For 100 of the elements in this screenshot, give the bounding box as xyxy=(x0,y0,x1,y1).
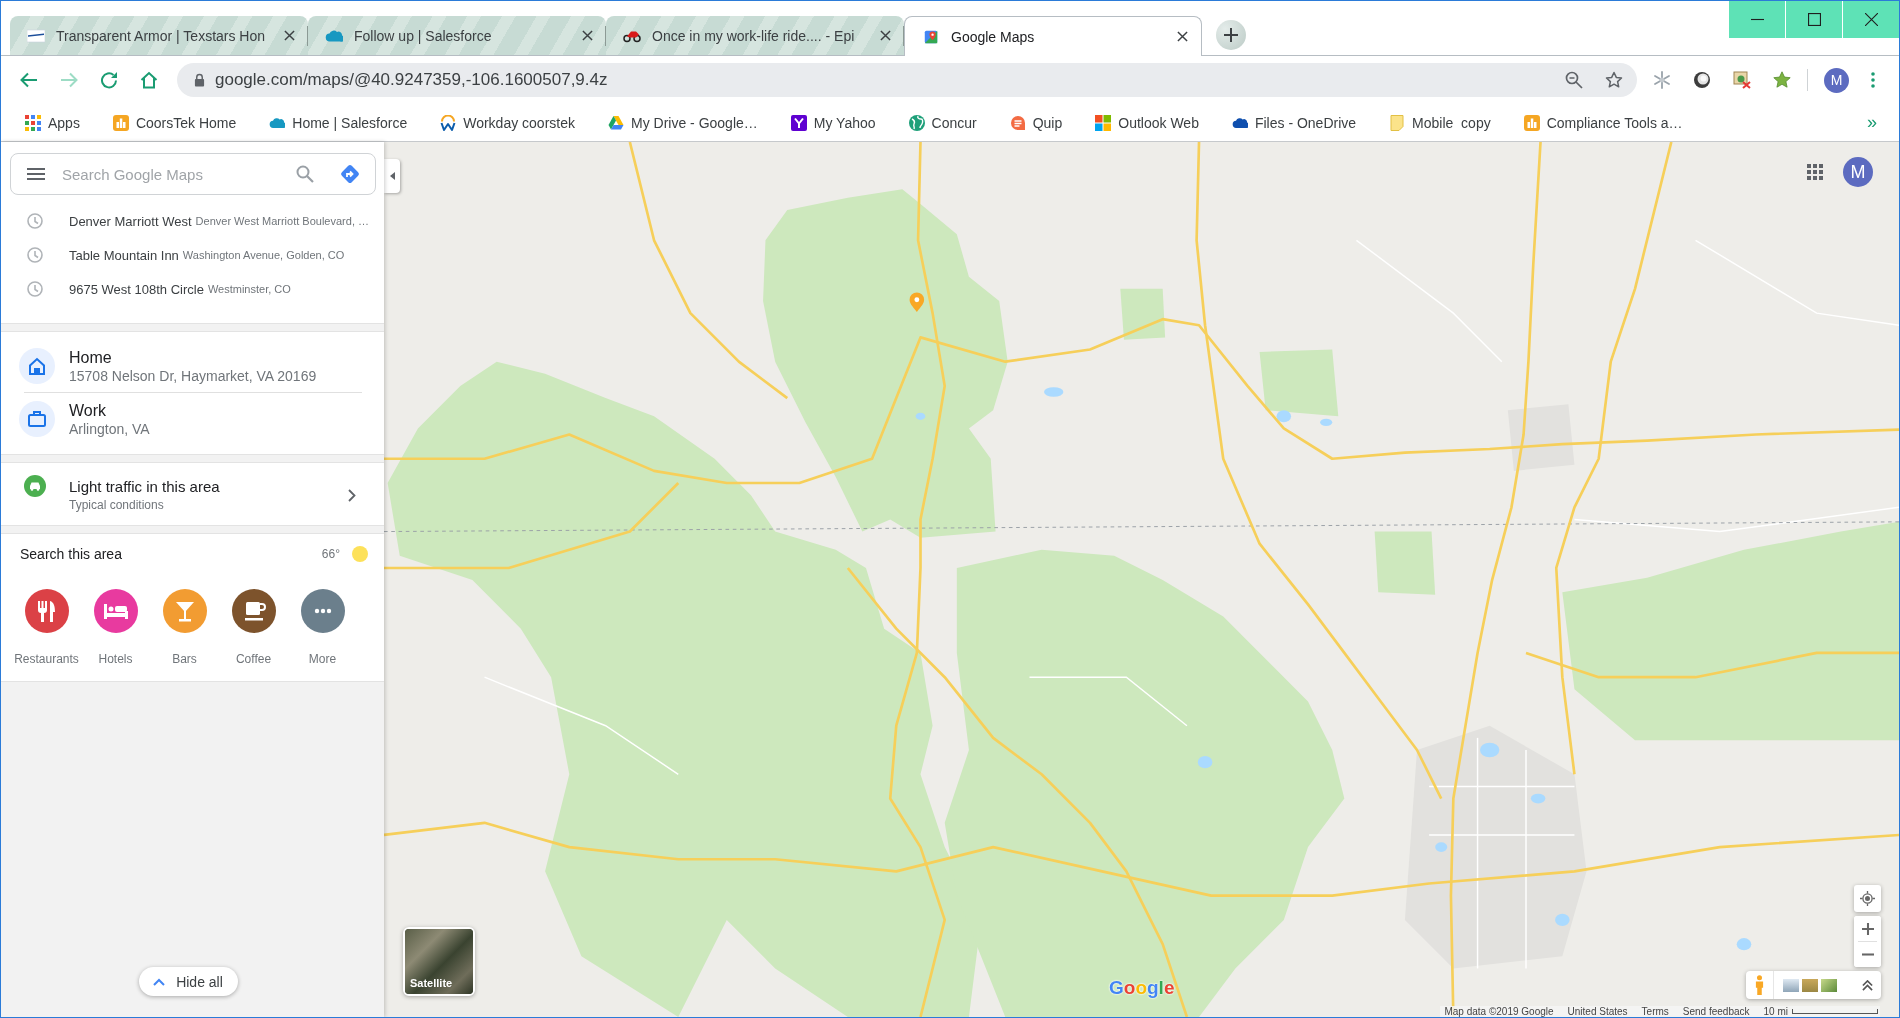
star-icon[interactable] xyxy=(1773,71,1791,89)
briefcase-icon xyxy=(19,401,55,437)
reload-icon[interactable] xyxy=(100,71,118,89)
search-bar[interactable]: Search Google Maps xyxy=(10,153,376,195)
new-tab-button[interactable] xyxy=(1216,20,1246,50)
layer-toggle-button[interactable]: Satellite xyxy=(403,927,475,996)
picture-icon[interactable] xyxy=(1733,71,1751,89)
category-button[interactable]: Coffee xyxy=(219,589,288,666)
triangle-logo-icon xyxy=(608,114,624,131)
recent-search-item[interactable]: Table Mountain Inn Washington Avenue, Golden, CO xyxy=(1,238,384,272)
traffic-item[interactable]: Light traffic in this area Typical conditions xyxy=(1,475,384,513)
address-bar[interactable]: google.com/maps/@40.9247359,-106.1600507,9.4z xyxy=(177,63,1637,97)
back-arrow-icon[interactable] xyxy=(20,71,38,89)
star-icon[interactable] xyxy=(1605,71,1623,89)
browser-tab[interactable]: Once in my work-life ride.... - Epi xyxy=(606,16,904,55)
maximize-icon xyxy=(1807,13,1821,26)
bookmark-link[interactable]: Home | Salesforce xyxy=(263,108,414,137)
browser-tab[interactable]: Follow up | Salesforce xyxy=(308,16,606,55)
lake xyxy=(1276,410,1292,423)
bookmark-link[interactable]: Files - OneDrive xyxy=(1225,108,1363,137)
category-button[interactable]: Restaurants xyxy=(12,589,81,666)
target-icon xyxy=(1860,891,1875,906)
bookmark-link[interactable]: Concur xyxy=(902,108,983,137)
lake xyxy=(1435,842,1448,852)
search-field[interactable]: Search Google Maps xyxy=(62,165,296,183)
bookmark-link[interactable]: My Drive - Google… xyxy=(602,108,764,137)
hide-all-button[interactable]: Hide all xyxy=(139,967,238,996)
lake xyxy=(1480,742,1500,758)
menu-dots-icon[interactable] xyxy=(1871,72,1875,88)
apps-grid-icon[interactable] xyxy=(1807,164,1823,180)
recent-search-item[interactable]: Denver Marriott West Denver West Marriott Boulevard, … xyxy=(1,204,384,238)
car-icon xyxy=(24,475,46,497)
profile-avatar[interactable]: M xyxy=(1824,67,1849,93)
category-button[interactable]: Bars xyxy=(150,589,219,666)
photo-placeholder[interactable] xyxy=(1802,978,1818,992)
plus-icon xyxy=(1861,922,1874,935)
bookmark-link[interactable]: Workday coorstek xyxy=(434,108,581,137)
tile-icon xyxy=(790,114,807,131)
lake xyxy=(1555,913,1570,926)
bookmark-link[interactable]: Quip xyxy=(1003,108,1069,137)
home-icon[interactable] xyxy=(140,71,158,89)
search-icon[interactable] xyxy=(296,165,314,183)
attribution-link[interactable]: Terms xyxy=(1641,1006,1669,1017)
photo-placeholder xyxy=(405,929,473,994)
collapse-panel-button[interactable] xyxy=(384,159,400,193)
category-button[interactable]: More xyxy=(288,589,357,666)
lake xyxy=(1197,756,1213,769)
map-data-text: Map data ©2019 Google xyxy=(1444,1006,1554,1017)
four-squares-icon xyxy=(1095,114,1112,131)
zoom-in-button[interactable] xyxy=(1854,916,1881,941)
my-location-button[interactable] xyxy=(1854,885,1881,912)
close-icon[interactable] xyxy=(582,30,593,41)
pegman-icon[interactable] xyxy=(1755,975,1764,995)
streak-logo-icon xyxy=(27,28,45,43)
attribution-link[interactable]: United States xyxy=(1567,1006,1628,1017)
more-bookmarks-button[interactable]: » xyxy=(1867,112,1877,133)
clock-icon xyxy=(27,247,43,263)
temperature: 66° xyxy=(321,547,340,561)
close-icon[interactable] xyxy=(1177,31,1188,42)
saved-place-item[interactable]: Home 15708 Nelson Dr, Haymarket, VA 20169 xyxy=(1,341,384,391)
bookmark-link[interactable]: CoorsTek Home xyxy=(106,108,243,137)
arc-logo-icon xyxy=(440,114,457,131)
ring-icon[interactable] xyxy=(1693,71,1711,89)
speech-bubble-icon xyxy=(1009,114,1026,131)
map-logo: Google xyxy=(1109,977,1175,999)
logo-tile-icon xyxy=(1523,114,1540,131)
saved-place-item[interactable]: Work Arlington, VA xyxy=(1,394,384,444)
lake xyxy=(1320,418,1333,426)
browser-tab[interactable]: Transparent Armor | Texstars Hon xyxy=(10,16,308,55)
double-chevron-up-icon[interactable] xyxy=(1862,979,1873,991)
town-area xyxy=(1507,404,1575,471)
recent-search-item[interactable]: 9675 West 108th Circle Westminster, CO xyxy=(1,272,384,306)
lake xyxy=(1736,938,1752,951)
forest-area xyxy=(1120,288,1166,340)
bookmark-link[interactable]: Outlook Web xyxy=(1089,108,1205,137)
section-title: Search this area xyxy=(20,546,122,562)
bookmark-link[interactable]: My Yahoo xyxy=(784,108,882,137)
close-icon[interactable] xyxy=(284,30,295,41)
map-pin-icon xyxy=(922,29,940,44)
zoom-out-icon[interactable] xyxy=(1565,71,1583,89)
snowflake-icon[interactable] xyxy=(1653,71,1671,89)
bookmark-link[interactable]: Compliance Tools a… xyxy=(1517,108,1689,137)
clock-icon xyxy=(27,213,43,229)
bookmark-link[interactable]: Apps xyxy=(19,108,86,137)
photo-placeholder[interactable] xyxy=(1783,978,1799,992)
map-pin-icon[interactable] xyxy=(909,292,925,312)
cloud-icon xyxy=(325,28,343,43)
chevron-right-icon xyxy=(348,489,356,502)
photo-placeholder[interactable] xyxy=(1821,978,1837,992)
caret-icon xyxy=(389,172,395,180)
menu-icon[interactable] xyxy=(27,168,45,180)
attribution-link[interactable]: Send feedback xyxy=(1682,1006,1750,1017)
sun-icon xyxy=(352,546,368,562)
maximize-button[interactable] xyxy=(1786,1,1842,38)
close-icon[interactable] xyxy=(880,30,891,41)
plus-icon xyxy=(1224,28,1238,42)
browser-tab[interactable]: Google Maps xyxy=(904,16,1202,56)
lake xyxy=(915,412,926,420)
category-button[interactable]: Hotels xyxy=(81,589,150,666)
bookmark-link[interactable]: Mobile copy xyxy=(1383,108,1497,137)
